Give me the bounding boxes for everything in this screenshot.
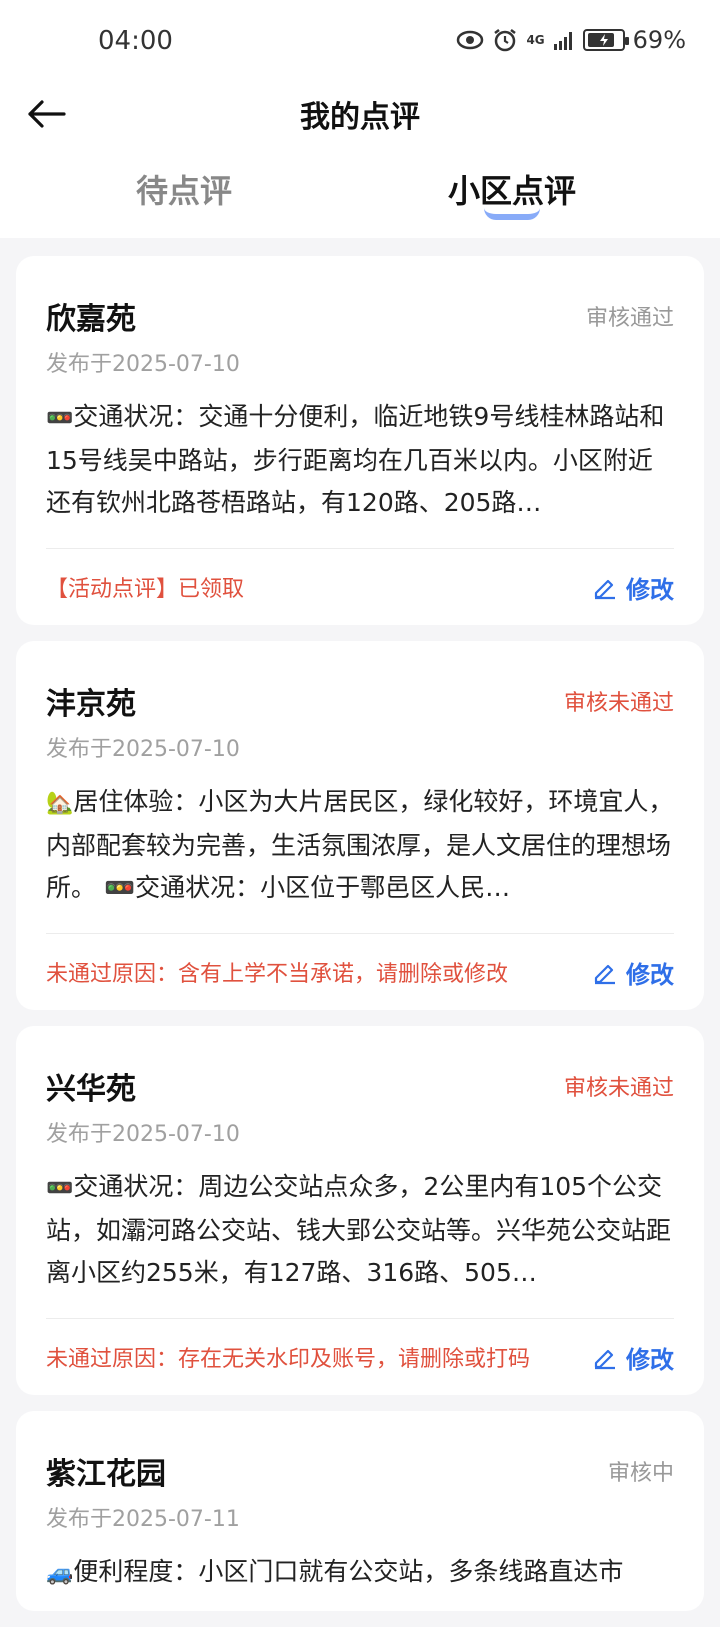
edit-icon	[594, 1349, 615, 1370]
publish-date: 发布于2025-07-11	[46, 1507, 240, 1532]
review-status: 审核中	[607, 1461, 674, 1486]
edit-button[interactable]: 修改	[592, 955, 674, 990]
rejection-reason: 未通过原因：存在无关水印及账号，请删除或打码	[46, 1347, 531, 1372]
edit-icon	[594, 964, 615, 985]
status-bar: 04:00 4G 69%	[0, 0, 720, 84]
review-card[interactable]: 沣京苑 审核未通过 发布于2025-07-10 🏡居住体验：小区为大片居民区，绿…	[16, 641, 704, 1010]
review-card[interactable]: 兴华苑 审核未通过 发布于2025-07-10 🚥交通状况：周边公交站点众多，2…	[16, 1026, 704, 1395]
traffic-light-icon: 🚥	[46, 406, 74, 431]
battery-icon	[582, 29, 629, 51]
status-icons: 4G 69%	[456, 26, 686, 54]
community-name: 紫江花园	[46, 1457, 166, 1492]
edit-label: 修改	[626, 575, 674, 604]
alarm-icon	[492, 27, 518, 53]
tab-community-review[interactable]: 小区点评	[448, 166, 576, 212]
top-bar: 04:00 4G 69% 我的点评 待点评 小区点评	[0, 0, 720, 238]
review-content: 🏡居住体验：小区为大片居民区，绿化较好，环境宜人，内部配套较为完善，生活氛围浓厚…	[46, 787, 674, 902]
active-tab-indicator	[484, 208, 540, 220]
community-name: 沣京苑	[46, 687, 136, 722]
community-name: 欣嘉苑	[46, 302, 136, 337]
publish-date: 发布于2025-07-10	[46, 352, 240, 377]
edit-button[interactable]: 修改	[592, 1340, 674, 1375]
review-content: 🚥交通状况：周边公交站点众多，2公里内有105个公交站，如灞河路公交站、钱大郢公…	[46, 1172, 672, 1287]
tab-pending-review[interactable]: 待点评	[136, 166, 232, 212]
review-card[interactable]: 紫江花园 审核中 发布于2025-07-11 🚙便利程度：小区门口就有公交站，多…	[16, 1411, 704, 1611]
community-name: 兴华苑	[46, 1072, 136, 1107]
tab-bar: 待点评 小区点评	[0, 166, 720, 226]
edit-button[interactable]: 修改	[592, 570, 674, 605]
house-icon: 🏡	[46, 791, 74, 816]
page-title: 我的点评	[300, 100, 420, 135]
eye-icon	[456, 30, 484, 50]
review-status: 审核通过	[585, 306, 674, 331]
review-note: 【活动点评】已领取	[46, 577, 245, 602]
review-content: 🚙便利程度：小区门口就有公交站，多条线路直达市	[46, 1557, 624, 1586]
review-status: 审核未通过	[563, 1076, 674, 1101]
edit-label: 修改	[626, 960, 674, 989]
publish-date: 发布于2025-07-10	[46, 1122, 240, 1147]
review-list: 欣嘉苑 审核通过 发布于2025-07-10 🚥交通状况：交通十分便利，临近地铁…	[16, 256, 704, 1627]
car-icon: 🚙	[46, 1561, 74, 1586]
status-time: 04:00	[98, 26, 173, 56]
publish-date: 发布于2025-07-10	[46, 737, 240, 762]
edit-label: 修改	[626, 1345, 674, 1374]
edit-icon	[594, 579, 615, 600]
page-header: 我的点评	[0, 84, 720, 144]
signal-icon	[553, 29, 575, 51]
review-card[interactable]: 欣嘉苑 审核通过 发布于2025-07-10 🚥交通状况：交通十分便利，临近地铁…	[16, 256, 704, 625]
battery-percent: 69%	[632, 26, 686, 54]
review-status: 审核未通过	[563, 691, 674, 716]
network-label: 4G	[526, 33, 545, 47]
rejection-reason: 未通过原因：含有上学不当承诺，请删除或修改	[46, 962, 509, 987]
traffic-light-icon: 🚥	[46, 1176, 74, 1201]
review-content: 🚥交通状况：交通十分便利，临近地铁9号线桂林路站和15号线吴中路站，步行距离均在…	[46, 402, 665, 517]
